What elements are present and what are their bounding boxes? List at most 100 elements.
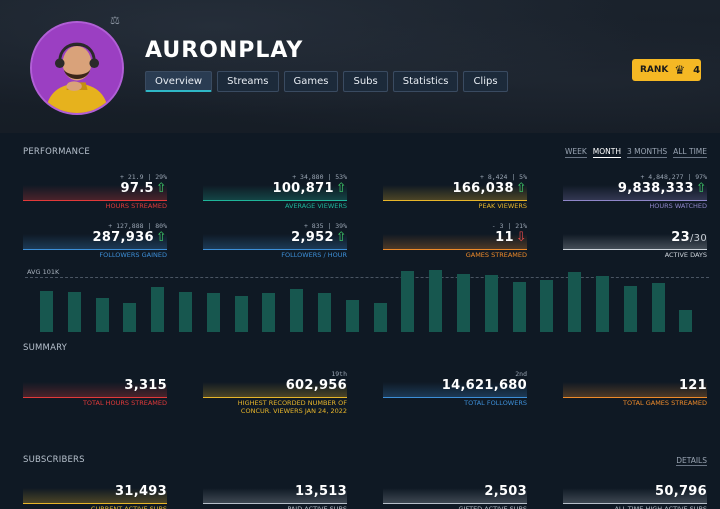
- stat-value: 9,838,333 ⇧: [618, 181, 707, 196]
- stat-card: + 34,880 | 53% 100,871 ⇧ AVERAGE VIEWERS: [203, 173, 347, 211]
- stat-label: AVERAGE VIEWERS: [284, 202, 347, 211]
- stat-underline: [23, 397, 167, 398]
- chart-bar[interactable]: [401, 271, 415, 332]
- chart-bar[interactable]: [484, 275, 498, 332]
- chart-bar[interactable]: [290, 289, 304, 332]
- channel-avatar[interactable]: [30, 21, 124, 115]
- chart-bar[interactable]: [623, 286, 637, 332]
- stat-value: 31,493: [115, 484, 167, 499]
- chart-bar[interactable]: [457, 273, 470, 332]
- stat-card: + 4,848,277 | 97% 9,838,333 ⇧ HOURS WATCHED: [563, 173, 707, 210]
- stat-label-line: FOLLOWERS / HOUR: [281, 251, 347, 259]
- chart-bar[interactable]: [151, 287, 165, 332]
- chart-bar[interactable]: [679, 309, 693, 332]
- stat-card: 13,513 PAID ACTIVE SUBS: [203, 476, 347, 509]
- trend-up-icon: ⇧: [155, 230, 167, 245]
- rank-label: RANK: [640, 65, 669, 75]
- stat-card: + 127,888 | 80% 287,936 ⇧ FOLLOWERS GAINED: [23, 222, 167, 259]
- stat-underline: [563, 249, 707, 250]
- chart-bar[interactable]: [512, 281, 526, 332]
- stat-value: 2,952 ⇧: [291, 230, 347, 245]
- range-week[interactable]: WEEK: [564, 147, 587, 158]
- chart-bar[interactable]: [429, 269, 443, 332]
- stat-value: 100,871 ⇧: [272, 181, 347, 196]
- chart-bar[interactable]: [568, 272, 582, 332]
- stat-rank: 19th: [331, 370, 347, 378]
- stat-value: 602,956: [286, 378, 347, 393]
- stat-label: FOLLOWERS / HOUR: [281, 251, 347, 260]
- stat-delta: - 3 | 21%: [491, 222, 527, 230]
- chart-bar[interactable]: [318, 292, 331, 332]
- stat-underline: [23, 503, 167, 504]
- tab-streams[interactable]: Streams: [217, 71, 279, 92]
- tab-overview[interactable]: Overview: [145, 71, 213, 92]
- stat-value: 3,315: [124, 378, 167, 393]
- stat-delta: + 34,880 | 53%: [292, 173, 347, 181]
- range-3-months[interactable]: 3 MONTHS: [627, 147, 668, 158]
- stat-value-text: 11: [495, 230, 514, 245]
- subscribers-details-link[interactable]: DETAILS: [676, 456, 707, 466]
- range-all-time[interactable]: ALL TIME: [673, 147, 707, 158]
- chart-bar[interactable]: [95, 298, 109, 332]
- trend-up-icon: ⇧: [695, 181, 707, 196]
- stat-value: 166,038 ⇧: [452, 181, 527, 196]
- tab-clips[interactable]: Clips: [463, 71, 508, 92]
- tab-games[interactable]: Games: [283, 71, 339, 92]
- stat-label-line: ACTIVE DAYS: [664, 251, 707, 259]
- rank-value: 4: [693, 64, 701, 76]
- trend-up-icon: ⇧: [155, 181, 167, 196]
- chart-bar[interactable]: [234, 295, 248, 332]
- stat-value: 50,796: [655, 484, 707, 499]
- stat-value: 121: [679, 378, 707, 393]
- stat-label: ACTIVE DAYS: [664, 251, 707, 260]
- stat-underline: [383, 200, 527, 201]
- stat-underline: [383, 503, 527, 504]
- stat-underline: [563, 200, 707, 201]
- stat-delta: + 21.9 | 29%: [120, 173, 167, 181]
- stat-label: TOTAL HOURS STREAMED: [82, 399, 167, 408]
- channel-name: AURONPLAY: [145, 38, 304, 63]
- stat-rank: 2nd: [515, 370, 527, 378]
- tab-statistics[interactable]: Statistics: [392, 71, 459, 92]
- stat-value-text: 23: [671, 230, 690, 245]
- stat-delta: + 4,848,277 | 97%: [640, 173, 707, 181]
- stat-underline: [23, 200, 167, 201]
- tab-subs[interactable]: Subs: [343, 71, 388, 92]
- chart-bar[interactable]: [206, 292, 220, 332]
- chart-bar[interactable]: [179, 291, 192, 332]
- stat-underline: [383, 397, 527, 398]
- stat-label-line: GAMES STREAMED: [465, 251, 527, 259]
- stat-label-line: AVERAGE VIEWERS: [284, 202, 347, 210]
- chart-bar[interactable]: [596, 275, 609, 332]
- stat-label-line: TOTAL HOURS STREAMED: [82, 399, 167, 407]
- chart-bar[interactable]: [651, 283, 665, 332]
- stat-value-text: 97.5: [120, 181, 154, 196]
- chart-bar[interactable]: [67, 292, 81, 332]
- trend-up-icon: ⇧: [515, 181, 527, 196]
- stat-card: 50,796 ALL-TIME HIGH ACTIVE SUBS: [563, 476, 707, 509]
- chart-bar[interactable]: [262, 293, 276, 332]
- rank-badge[interactable]: RANK ♛ 4: [632, 59, 701, 81]
- subscribers-title: SUBSCRIBERS: [23, 455, 85, 465]
- chart-bar[interactable]: [40, 290, 53, 332]
- stat-card: 2,503 GIFTED ACTIVE SUBS: [383, 476, 527, 509]
- stat-value-text: 166,038: [452, 181, 514, 196]
- stat-value: 13,513: [295, 484, 347, 499]
- stat-card: 31,493 CURRENT ACTIVE SUBS: [23, 476, 167, 509]
- chart-bar[interactable]: [345, 300, 359, 332]
- stat-value-text: 14,621,680: [441, 378, 527, 393]
- stat-value-text: 602,956: [285, 378, 347, 393]
- performance-title: PERFORMANCE: [23, 147, 90, 157]
- stat-card: - 3 | 21% 11 ⇩ GAMES STREAMED: [383, 222, 527, 259]
- stat-value: 287,936 ⇧: [92, 230, 167, 245]
- stat-card: 23/30 ACTIVE DAYS: [563, 222, 707, 260]
- chart-bar[interactable]: [540, 280, 554, 332]
- stat-card: + 8,424 | 5% 166,038 ⇧ PEAK VIEWERS: [383, 173, 527, 210]
- range-month[interactable]: MONTH: [592, 147, 621, 158]
- chart-bar[interactable]: [123, 303, 137, 332]
- chart-bar[interactable]: [373, 302, 387, 332]
- stat-label: HOURS STREAMED: [106, 202, 167, 211]
- verified-badge-icon: ⚖: [110, 15, 120, 27]
- stat-value: 2,503: [484, 484, 527, 499]
- stat-card: 19th 602,956 HIGHEST RECORDED NUMBER OF CON…: [203, 370, 347, 414]
